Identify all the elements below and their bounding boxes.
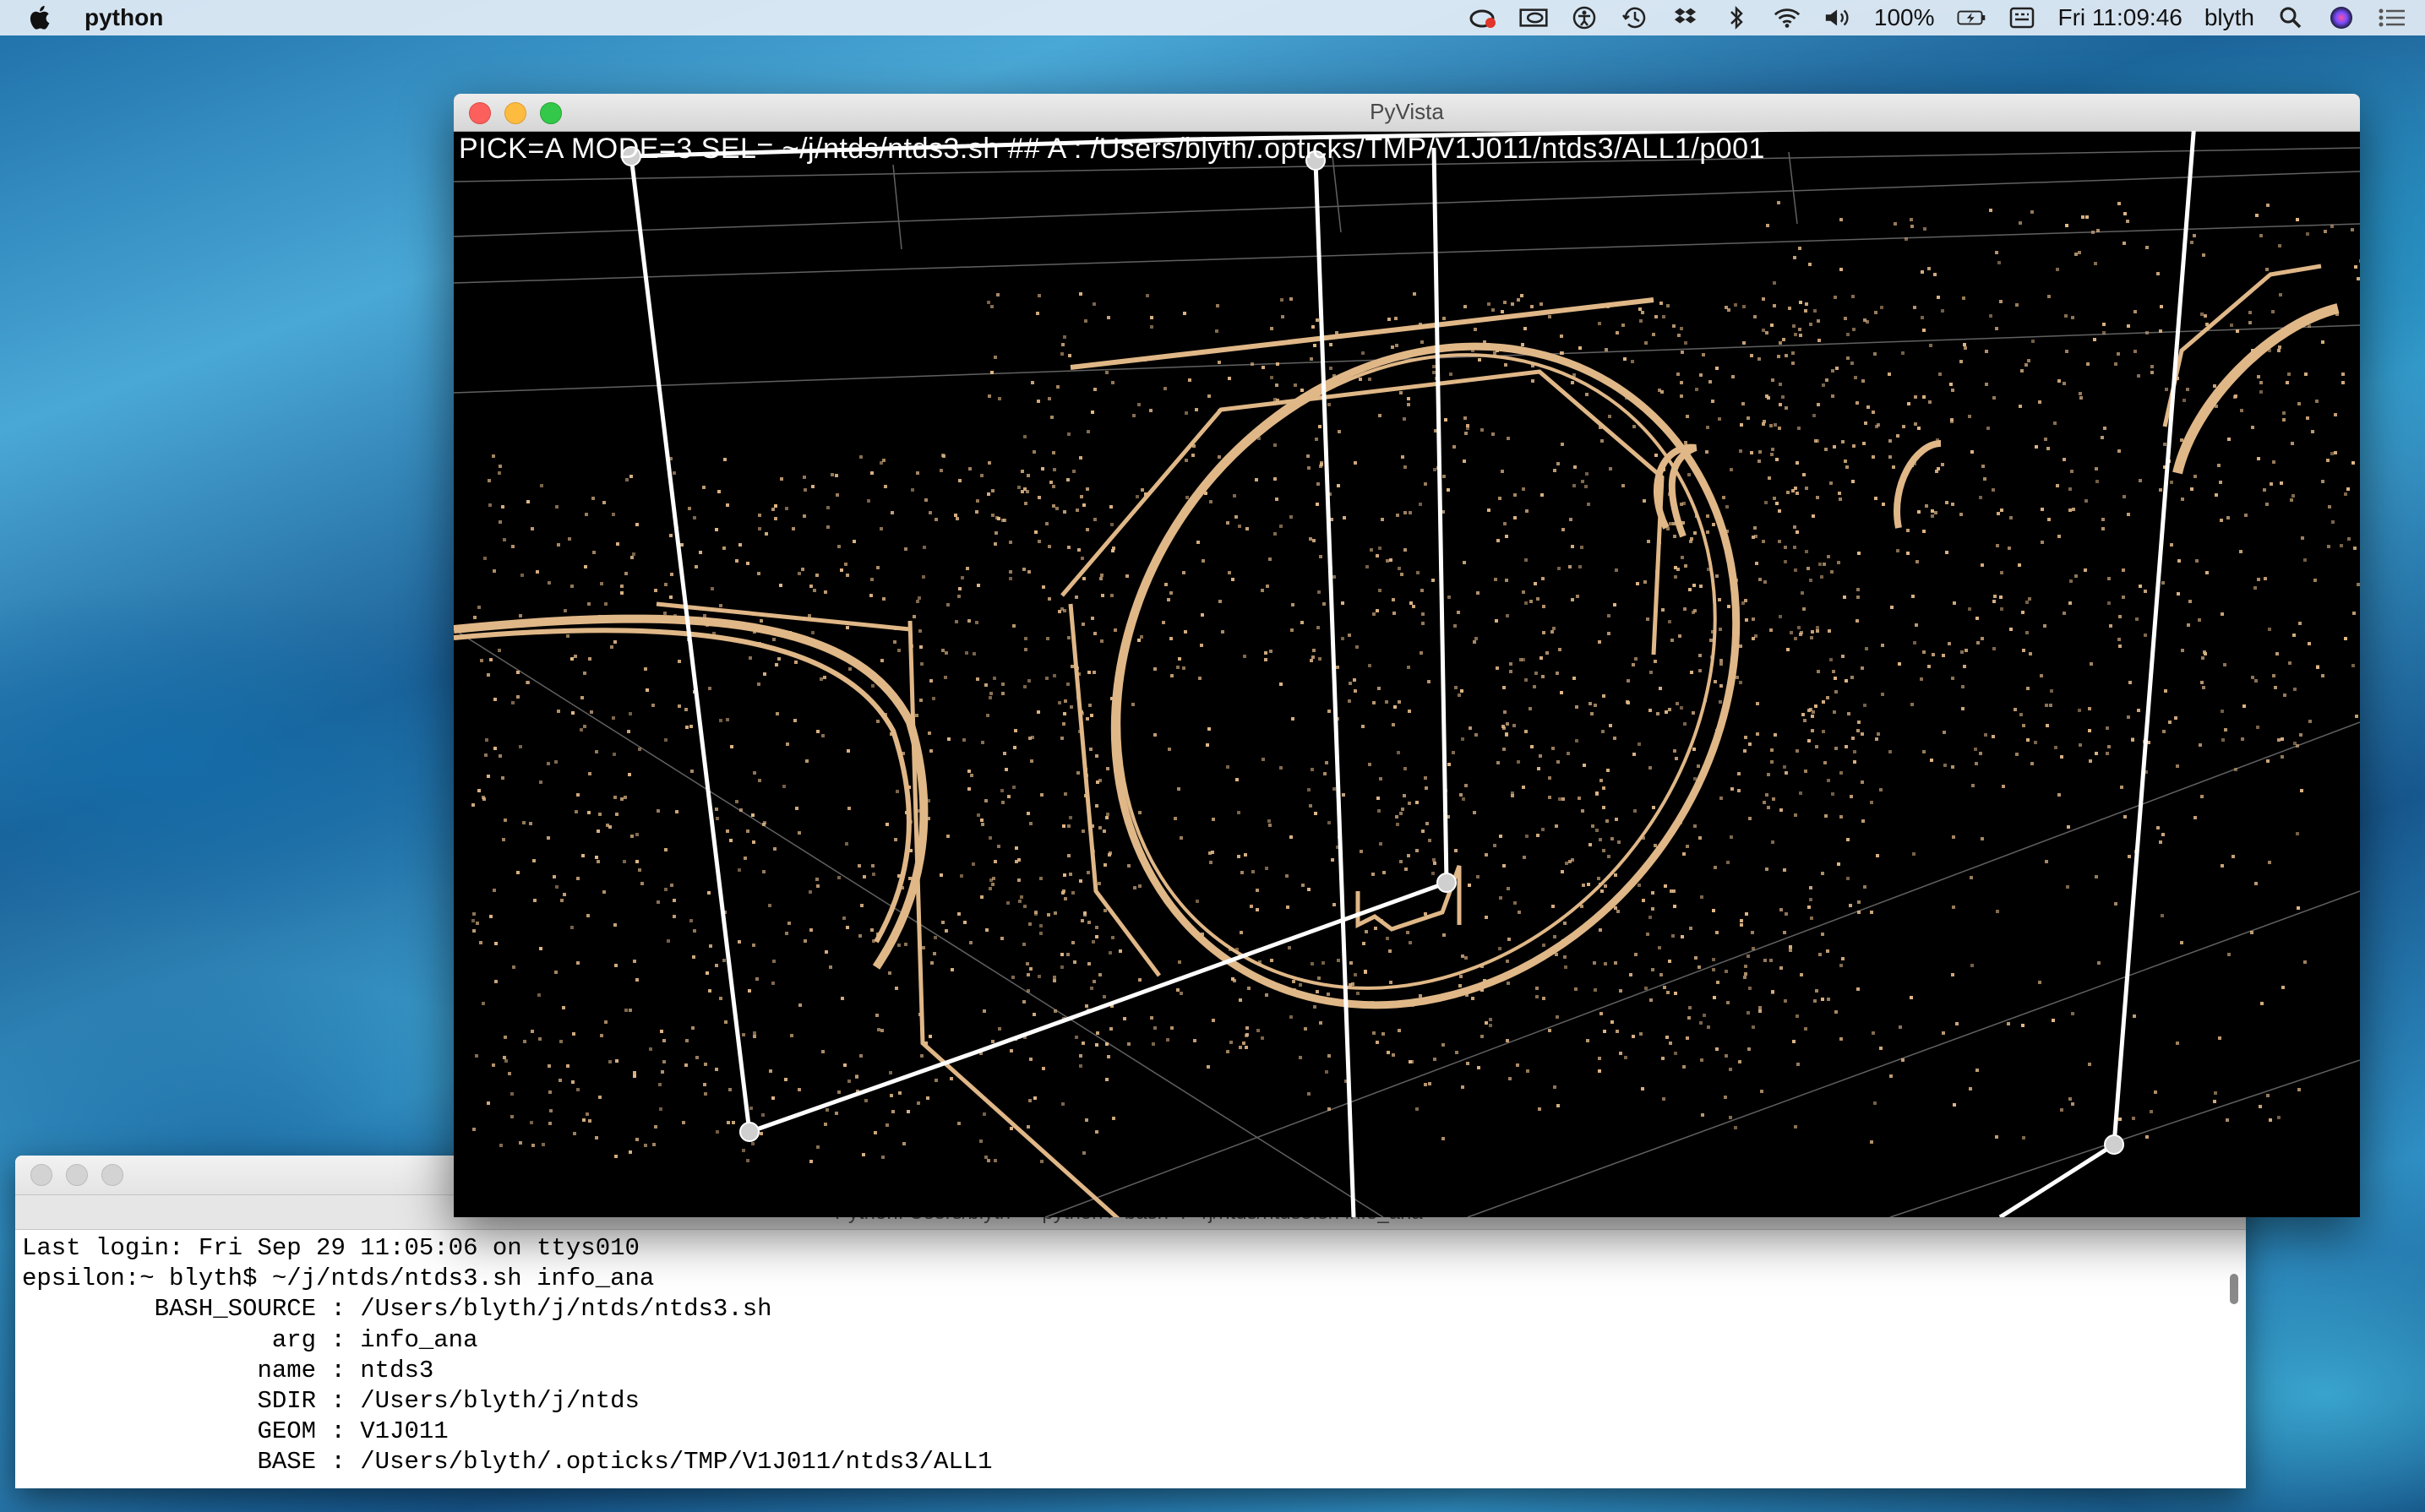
siri-icon[interactable] bbox=[2327, 5, 2356, 30]
dropbox-icon[interactable] bbox=[1671, 5, 1700, 30]
terminal-line: Last login: Fri Sep 29 11:05:06 on ttys0… bbox=[22, 1234, 640, 1262]
menubar-clock[interactable]: Fri 11:09:46 bbox=[2058, 4, 2182, 31]
3d-render-viewport[interactable]: PICK=A MODE=3 SEL= ~/j/ntds/ntds3.sh ## … bbox=[454, 131, 2360, 1217]
window-title: PyVista bbox=[1370, 99, 1444, 124]
terminal-line: epsilon:~ blyth$ ~/j/ntds/ntds3.sh info_… bbox=[22, 1265, 655, 1293]
terminal-line: arg : info_ana bbox=[22, 1325, 478, 1354]
accessibility-icon[interactable] bbox=[1570, 5, 1599, 30]
creative-cloud-icon[interactable] bbox=[1469, 5, 1497, 30]
pick-mode-overlay: PICK=A MODE=3 SEL= ~/j/ntds/ntds3.sh ## … bbox=[459, 133, 1765, 165]
pyvista-titlebar[interactable]: PyVista bbox=[454, 94, 2360, 132]
input-menu-icon[interactable] bbox=[2008, 5, 2036, 30]
spotlight-icon[interactable] bbox=[2276, 5, 2305, 30]
wifi-icon[interactable] bbox=[1773, 5, 1801, 30]
terminal-close-button[interactable] bbox=[30, 1164, 52, 1186]
terminal-line: BASH_SOURCE : /Users/blyth/j/ntds/ntds3.… bbox=[22, 1295, 772, 1324]
menu-bar: python 100% Fri 11:09:46 blyth bbox=[0, 0, 2425, 35]
terminal-minimize-button[interactable] bbox=[66, 1164, 88, 1186]
terminal-scrollbar[interactable] bbox=[2227, 1233, 2241, 1487]
terminal-zoom-button[interactable] bbox=[101, 1164, 123, 1186]
point-cloud-scene[interactable] bbox=[454, 131, 2360, 1217]
battery-icon[interactable] bbox=[1957, 5, 1986, 30]
bluetooth-icon[interactable] bbox=[1722, 5, 1751, 30]
notification-center-icon[interactable] bbox=[2378, 5, 2406, 30]
battery-percent: 100% bbox=[1873, 4, 1935, 30]
app-menu-name[interactable]: python bbox=[84, 4, 163, 31]
volume-icon[interactable] bbox=[1823, 5, 1852, 30]
scrollbar-thumb[interactable] bbox=[2230, 1274, 2238, 1304]
terminal-output[interactable]: Last login: Fri Sep 29 11:05:06 on ttys0… bbox=[22, 1233, 993, 1478]
nvidia-icon[interactable] bbox=[1519, 5, 1548, 30]
menubar-user[interactable]: blyth bbox=[2204, 4, 2254, 31]
terminal-line: SDIR : /Users/blyth/j/ntds bbox=[22, 1387, 640, 1416]
terminal-line: GEOM : V1J011 bbox=[22, 1417, 449, 1446]
pyvista-window[interactable]: PyVista PICK=A MODE=3 SEL= ~/j/ntds/ntds… bbox=[454, 94, 2360, 1217]
terminal-line: name : ntds3 bbox=[22, 1356, 434, 1384]
time-machine-icon[interactable] bbox=[1621, 5, 1649, 30]
terminal-line: BASE : /Users/blyth/.opticks/TMP/V1J011/… bbox=[22, 1448, 993, 1477]
apple-icon[interactable] bbox=[25, 3, 56, 33]
